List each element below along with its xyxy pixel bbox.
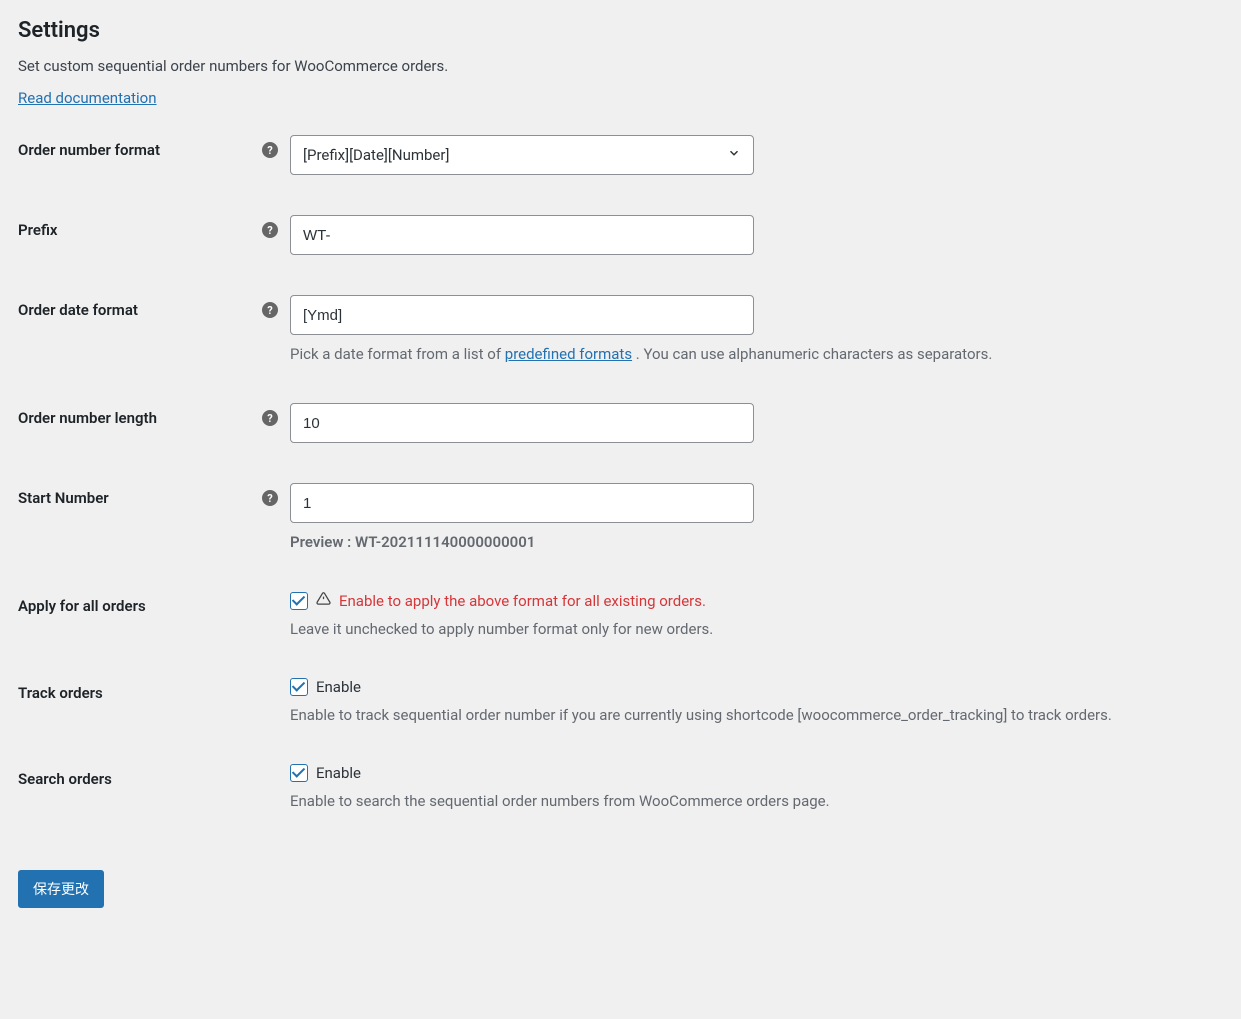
track-orders-checkbox[interactable] (290, 678, 308, 696)
search-orders-checkbox[interactable] (290, 764, 308, 782)
search-orders-label: Search orders (18, 770, 112, 788)
help-icon[interactable]: ? (262, 490, 278, 506)
track-orders-enable-label: Enable (316, 678, 361, 696)
preview-text: Preview : WT-202111140000000001 (290, 533, 1223, 551)
apply-all-checkbox[interactable] (290, 592, 308, 610)
format-label: Order number format (18, 141, 160, 159)
apply-all-warning-text: Enable to apply the above format for all… (339, 592, 706, 610)
apply-all-description: Leave it unchecked to apply number forma… (290, 620, 1223, 638)
search-orders-enable-label: Enable (316, 764, 361, 782)
date-format-label: Order date format (18, 301, 138, 319)
predefined-formats-link[interactable]: predefined formats (505, 345, 632, 363)
format-select-value: [Prefix][Date][Number] (303, 146, 449, 164)
search-orders-description: Enable to search the sequential order nu… (290, 792, 1223, 810)
apply-all-label: Apply for all orders (18, 597, 146, 615)
page-title: Settings (18, 18, 1223, 43)
help-icon[interactable]: ? (262, 222, 278, 238)
prefix-input[interactable] (290, 215, 754, 255)
format-select[interactable]: [Prefix][Date][Number] (290, 135, 754, 175)
date-format-input[interactable] (290, 295, 754, 335)
date-format-description: Pick a date format from a list of predef… (290, 345, 1223, 363)
help-icon[interactable]: ? (262, 410, 278, 426)
start-number-input[interactable] (290, 483, 754, 523)
track-orders-label: Track orders (18, 684, 103, 702)
help-icon[interactable]: ? (262, 142, 278, 158)
length-label: Order number length (18, 409, 157, 427)
start-number-label: Start Number (18, 489, 109, 507)
page-subtitle: Set custom sequential order numbers for … (18, 57, 1223, 75)
documentation-link[interactable]: Read documentation (18, 89, 157, 107)
length-input[interactable] (290, 403, 754, 443)
track-orders-description: Enable to track sequential order number … (290, 706, 1223, 724)
prefix-label: Prefix (18, 221, 58, 239)
save-button[interactable]: 保存更改 (18, 870, 104, 908)
warning-icon (316, 591, 331, 610)
chevron-down-icon (727, 146, 741, 164)
help-icon[interactable]: ? (262, 302, 278, 318)
